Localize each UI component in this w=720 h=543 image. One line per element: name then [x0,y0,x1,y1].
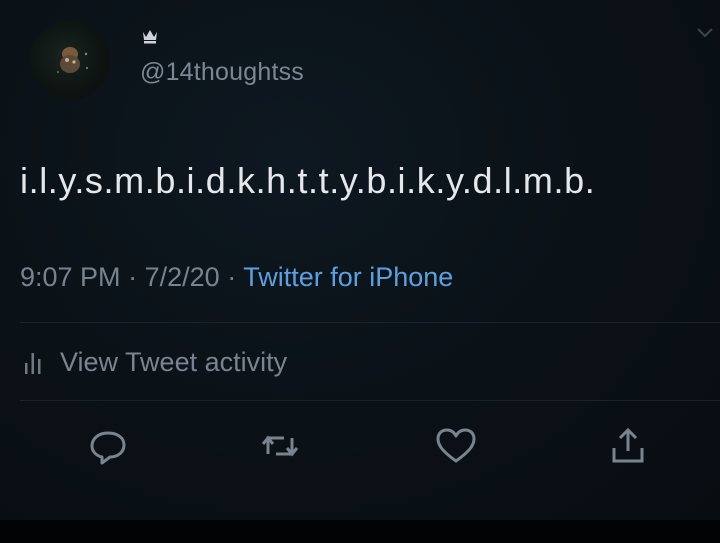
crown-icon [143,30,157,44]
user-handle[interactable]: @14thoughtss [140,58,304,87]
tweet-time[interactable]: 9:07 PM [20,262,121,292]
tweet-text: i.l.y.s.m.b.i.d.k.h.t.t.y.b.i.k.y.d.l.m.… [20,160,596,201]
avatar[interactable] [30,20,110,100]
bar-chart-icon [25,353,41,374]
activity-label: View Tweet activity [60,346,288,377]
tweet-card: @14thoughtss i.l.y.s.m.b.i.d.k.h.t.t.y.b… [0,0,720,520]
retweet-icon [261,435,299,457]
bottom-bar [0,520,720,543]
view-tweet-activity-link[interactable]: View Tweet activity [22,344,287,380]
divider [20,400,720,401]
like-icon [436,428,476,463]
like-button[interactable] [434,424,478,468]
share-icon [612,427,644,463]
reply-button[interactable] [86,424,130,468]
meta-separator: · [128,262,138,292]
share-button[interactable] [606,424,650,468]
retweet-button[interactable] [258,424,302,468]
avatar-image [57,47,88,73]
meta-separator: · [227,262,237,292]
reply-icon [90,431,126,465]
divider [20,322,720,323]
chevron-down-icon[interactable] [696,26,714,40]
tweet-source-link[interactable]: Twitter for iPhone [243,262,453,292]
tweet-meta: 9:07 PM · 7/2/20 · Twitter for iPhone [20,262,453,293]
tweet-date[interactable]: 7/2/20 [145,262,220,292]
